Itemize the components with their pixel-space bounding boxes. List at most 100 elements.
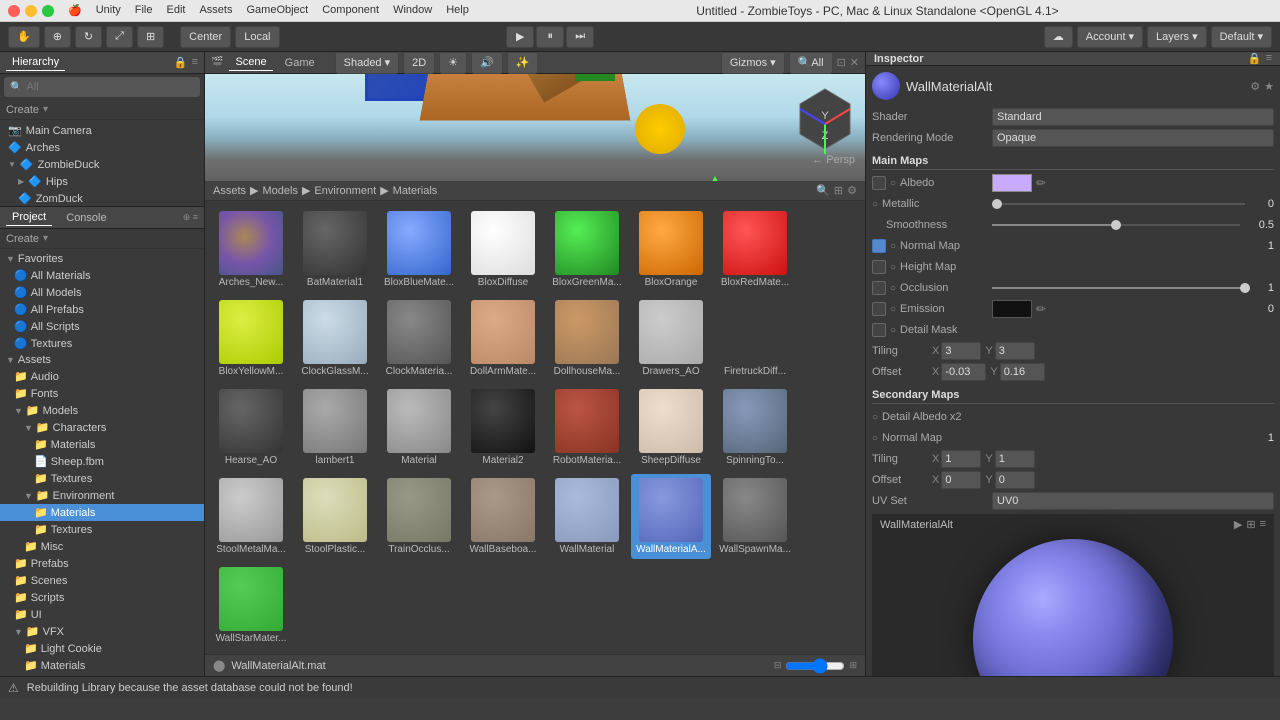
asset-item-lambert1[interactable]: lambert1	[295, 385, 375, 470]
tree-item-scripts[interactable]: 📁 Scripts	[0, 589, 204, 606]
sec-offset-y-input[interactable]	[995, 471, 1035, 489]
hierarchy-item-zombieduck[interactable]: ▼ 🔷 ZombieDuck	[0, 156, 204, 173]
asset-item-bloxdiffuse[interactable]: BloxDiffuse	[463, 207, 543, 292]
hierarchy-item-hips[interactable]: ▶ 🔷 Hips	[0, 173, 204, 190]
gizmos-btn[interactable]: Gizmos ▾	[721, 52, 785, 74]
settings-icon[interactable]: ⚙	[847, 184, 857, 197]
inspector-menu-icon[interactable]: ≡	[1266, 52, 1272, 65]
preview-grid-icon[interactable]: ⊞	[1246, 518, 1255, 531]
assets-menu-item[interactable]: Assets	[199, 4, 232, 17]
asset-item-stoolplastic[interactable]: StoolPlastic...	[295, 474, 375, 559]
game-tab[interactable]: Game	[279, 55, 321, 71]
local-global-btn[interactable]: Local	[235, 26, 279, 48]
rendering-mode-dropdown[interactable]: Opaque	[992, 129, 1274, 147]
project-tab[interactable]: Project	[6, 209, 52, 226]
scene-maximize-icon[interactable]: ⊡	[837, 56, 846, 69]
help-menu-item[interactable]: Help	[446, 4, 469, 17]
window-menu-item[interactable]: Window	[393, 4, 432, 17]
tree-item-scenes[interactable]: 📁 Scenes	[0, 572, 204, 589]
smoothness-slider[interactable]	[992, 224, 1240, 226]
tree-item-char-materials[interactable]: 📁 Materials	[0, 436, 204, 453]
scene-search[interactable]: 🔍All	[789, 52, 833, 74]
tree-item-models[interactable]: ▼ 📁 Models	[0, 402, 204, 419]
emission-edit-icon[interactable]: ✏	[1036, 302, 1046, 316]
step-button[interactable]: ⏭	[566, 26, 594, 48]
rotate-tool-btn[interactable]: ↻	[75, 26, 102, 48]
preview-settings-icon[interactable]: ≡	[1260, 518, 1266, 531]
tree-item-ui[interactable]: 📁 UI	[0, 606, 204, 623]
metallic-slider[interactable]	[992, 203, 1245, 205]
asset-item-wallspawn[interactable]: WallSpawnMa...	[715, 474, 795, 559]
tree-item-light-cookie[interactable]: 📁 Light Cookie	[0, 640, 204, 657]
tree-item-sheep-fbm[interactable]: 📄 Sheep.fbm	[0, 453, 204, 470]
tiling-y-input[interactable]	[995, 342, 1035, 360]
asset-item-material[interactable]: Material	[379, 385, 459, 470]
tree-item-environment[interactable]: ▼ 📁 Environment	[0, 487, 204, 504]
preview-play-icon[interactable]: ▶	[1234, 518, 1242, 531]
tree-item-characters[interactable]: ▼ 📁 Characters	[0, 419, 204, 436]
file-menu-item[interactable]: File	[135, 4, 153, 17]
occlusion-checkbox[interactable]	[872, 281, 886, 295]
asset-item-firetruck[interactable]: FiretruckDiff...	[715, 296, 795, 381]
console-tab[interactable]: Console	[60, 210, 112, 226]
asset-item-wallstar[interactable]: WallStarMater...	[211, 563, 291, 648]
inspector-bookmark-icon[interactable]: ★	[1264, 80, 1274, 93]
asset-item-hearse[interactable]: Hearse_AO	[211, 385, 291, 470]
search-icon[interactable]: 🔍	[816, 184, 830, 197]
hierarchy-lock-icon[interactable]: 🔒	[174, 56, 188, 69]
sec-tiling-x-input[interactable]	[941, 450, 981, 468]
emission-color-swatch[interactable]	[992, 300, 1032, 318]
hierarchy-item-arches[interactable]: 🔷 Arches	[0, 139, 204, 156]
maximize-button[interactable]	[42, 5, 54, 17]
tree-item-fonts[interactable]: 📁 Fonts	[0, 385, 204, 402]
height-map-checkbox[interactable]	[872, 260, 886, 274]
scene-close-icon[interactable]: ✕	[850, 56, 859, 69]
asset-item-arches[interactable]: Arches_New...	[211, 207, 291, 292]
assets-path-segment-materials[interactable]: Materials	[393, 185, 438, 197]
asset-item-train[interactable]: TrainOcclus...	[379, 474, 459, 559]
asset-item-dollarm[interactable]: DollArmMate...	[463, 296, 543, 381]
minimize-button[interactable]	[25, 5, 37, 17]
hierarchy-tab[interactable]: Hierarchy	[6, 54, 65, 71]
asset-item-stoolmetal[interactable]: StoolMetalMa...	[211, 474, 291, 559]
shader-dropdown[interactable]: Standard	[992, 108, 1274, 126]
hierarchy-item-zomduck[interactable]: 🔷 ZomDuck	[0, 190, 204, 206]
pause-button[interactable]: ⏸	[536, 26, 564, 48]
project-create-btn[interactable]: Create	[6, 233, 39, 245]
scale-tool-btn[interactable]: ⤢	[106, 26, 133, 48]
asset-item-wallmaterialalt[interactable]: WallMaterialA...	[631, 474, 711, 559]
asset-item-bloxred[interactable]: BloxRedMate...	[715, 207, 795, 292]
center-pivot-btn[interactable]: Center	[180, 26, 231, 48]
default-layout-btn[interactable]: Default ▾	[1211, 26, 1272, 48]
move-tool-btn[interactable]: ⊕	[44, 26, 71, 48]
2d-btn[interactable]: 2D	[403, 52, 435, 74]
tree-item-char-textures[interactable]: 📁 Textures	[0, 470, 204, 487]
asset-item-wallbaseboard[interactable]: WallBaseboa...	[463, 474, 543, 559]
emission-checkbox[interactable]	[872, 302, 886, 316]
tree-item-vfx-materials[interactable]: 📁 Materials	[0, 657, 204, 674]
close-button[interactable]	[8, 5, 20, 17]
albedo-checkbox[interactable]	[872, 176, 886, 190]
tree-item-vfx[interactable]: ▼ 📁 VFX	[0, 623, 204, 640]
assets-header[interactable]: ▼ Assets	[0, 352, 204, 368]
rect-tool-btn[interactable]: ⊞	[137, 26, 164, 48]
scene-canvas[interactable]: Y Z ← Persp	[205, 74, 865, 181]
edit-menu-item[interactable]: Edit	[167, 4, 186, 17]
assets-path-segment[interactable]: Environment	[314, 185, 376, 197]
hand-tool-btn[interactable]: ✋	[8, 26, 40, 48]
sec-offset-x-input[interactable]	[941, 471, 981, 489]
offset-x-input[interactable]	[941, 363, 986, 381]
favorites-header[interactable]: ▼ Favorites	[0, 251, 204, 267]
albedo-color-picker[interactable]	[992, 174, 1032, 192]
tree-item-all-prefabs[interactable]: 🔵 All Prefabs	[0, 301, 204, 318]
tree-item-misc[interactable]: 📁 Misc	[0, 538, 204, 555]
shading-dropdown[interactable]: Shaded ▾	[335, 52, 399, 74]
tree-item-all-models[interactable]: 🔵 All Models	[0, 284, 204, 301]
account-btn[interactable]: Account ▾	[1077, 26, 1143, 48]
effects-btn[interactable]: ✨	[507, 52, 539, 74]
inspector-lock-icon[interactable]: 🔒	[1248, 52, 1262, 65]
asset-item-batmaterial1[interactable]: BatMaterial1	[295, 207, 375, 292]
component-menu-item[interactable]: Component	[322, 4, 379, 17]
tree-item-env-materials[interactable]: 📁 Materials	[0, 504, 204, 521]
asset-item-sheep[interactable]: SheepDiffuse	[631, 385, 711, 470]
